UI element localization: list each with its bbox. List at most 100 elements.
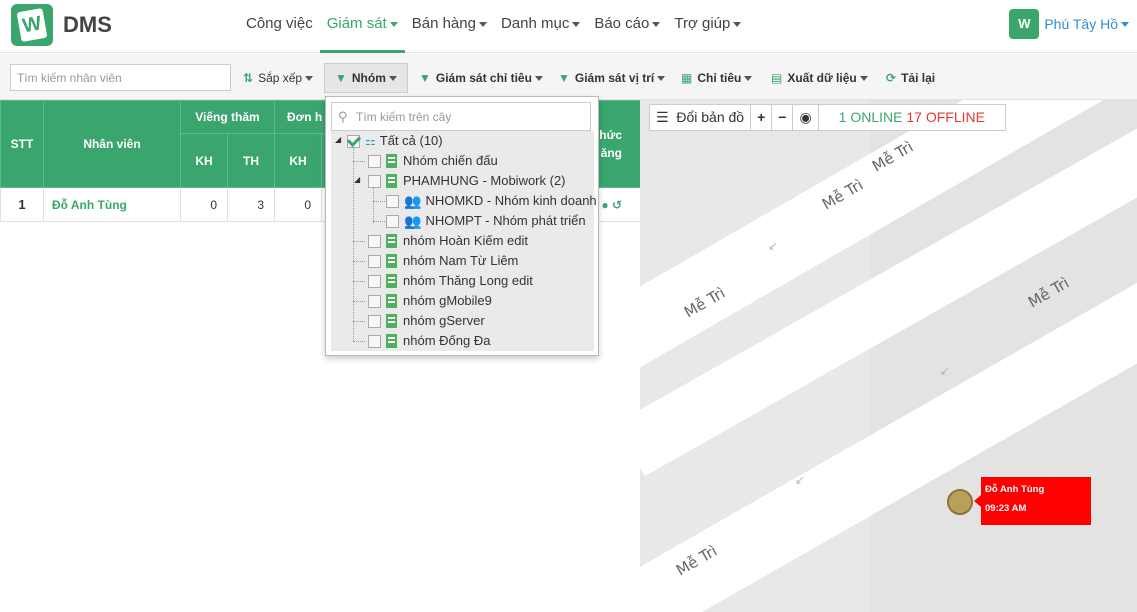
org-chart-icon: ⚏ [365, 134, 376, 148]
checkbox[interactable] [386, 214, 399, 228]
checkbox[interactable] [368, 154, 381, 168]
toolbar: ⇅Sắp xếp ▼Nhóm ▼Giám sát chỉ tiêu ▼Giám … [0, 54, 1137, 100]
chevron-down-icon [305, 76, 314, 82]
globe-icon[interactable]: ◉ [793, 104, 819, 131]
header-visit-th: TH [227, 133, 275, 188]
employee-marker-avatar[interactable] [947, 489, 973, 515]
tree-node[interactable]: 👥 NHOMKD - Nhóm kinh doanh [386, 191, 597, 211]
users-icon: 👥 [404, 193, 422, 209]
header-stt: STT [0, 100, 44, 188]
nav-danh-muc[interactable]: Danh mục [494, 0, 587, 53]
staff-name-link[interactable]: Đỗ Anh Tùng [43, 187, 181, 222]
checkbox[interactable] [368, 314, 381, 328]
chevron-down-icon [744, 76, 753, 82]
tree-node[interactable]: nhóm gMobile9 [368, 291, 492, 311]
tree-node[interactable]: nhóm Thăng Long edit [368, 271, 533, 291]
building-icon [386, 174, 397, 188]
nav-cong-viec[interactable]: Công việc [239, 0, 320, 53]
building-icon [386, 154, 397, 168]
dms-logo-icon[interactable]: W [11, 4, 53, 46]
list-icon: ☰ [656, 109, 669, 125]
chevron-down-icon [388, 76, 397, 82]
chevron-down-icon [572, 21, 581, 27]
user-menu[interactable]: W Phú Tây Hồ [1009, 9, 1129, 39]
chevron-down-icon [1121, 21, 1129, 27]
calendar-icon: ▦ [681, 71, 693, 85]
reload-button[interactable]: ⟳ Tải lại [886, 64, 935, 92]
export-button[interactable]: ▤ Xuất dữ liệu [771, 64, 868, 92]
checkbox[interactable] [368, 174, 381, 188]
map-view[interactable]: Mễ Trì Mễ Trì Mễ Trì Mễ Trì Mễ Trì ↙ ↙ ↙ [640, 100, 1137, 612]
search-icon: ⚲ [338, 109, 348, 124]
person-icon[interactable]: ● [601, 198, 608, 212]
checkbox[interactable] [368, 294, 381, 308]
nav-tro-giup[interactable]: Trợ giúp [667, 0, 748, 53]
filter-icon: ▼ [335, 71, 347, 85]
building-icon [386, 334, 397, 348]
header-staff: Nhân viên [43, 100, 181, 188]
tree-node[interactable]: 👥 NHOMPT - Nhóm phát triển [386, 211, 586, 231]
building-icon [386, 234, 397, 248]
chevron-down-icon [478, 21, 487, 27]
checkbox-checked[interactable] [347, 134, 360, 148]
collapse-icon[interactable]: ◢ [335, 135, 341, 144]
road-arrow-icon: ↙ [940, 364, 950, 378]
zoom-out-button[interactable]: − [772, 104, 794, 131]
map-toolbar: ☰ Đổi bản đồ + − ◉ 1 ONLINE 17 OFFLINE [649, 104, 1006, 131]
sort-az-icon: ⇅ [243, 71, 254, 85]
nav-ban-hang[interactable]: Bán hàng [405, 0, 494, 53]
tree-node[interactable]: Nhóm chiến đấu [368, 151, 498, 171]
change-map-button[interactable]: ☰ Đổi bản đồ [649, 104, 752, 131]
header-visit: Viếng thăm [180, 100, 275, 134]
tree-node[interactable]: nhóm Nam Từ Liêm [368, 251, 518, 271]
chevron-down-icon [534, 76, 543, 82]
location-monitor-button[interactable]: ▼ Giám sát vị trí [558, 64, 666, 92]
tree-node-root[interactable]: ⚏ Tất cả (10) [347, 131, 443, 151]
tree-node[interactable]: PHAMHUNG - Mobiwork (2) [368, 171, 566, 191]
kpi-monitor-button[interactable]: ▼ Giám sát chỉ tiêu [419, 64, 543, 92]
chevron-down-icon [657, 76, 666, 82]
user-logo-icon: W [1009, 9, 1040, 39]
nav-giam-sat[interactable]: Giám sát [319, 0, 405, 53]
tree-search-input[interactable] [356, 107, 586, 127]
excel-icon: ▤ [771, 71, 783, 85]
tree-node[interactable]: nhóm Đống Đa [368, 331, 490, 351]
kpi-button[interactable]: ▦ Chỉ tiêu [681, 64, 753, 92]
building-icon [386, 254, 397, 268]
employee-search-input[interactable] [10, 64, 231, 91]
header-order-kh: KH [274, 133, 322, 188]
users-icon: 👥 [404, 213, 422, 229]
group-tree: ◢ ⚏ Tất cả (10) Nhóm chiến đấu ◢ PHAMHUN… [331, 131, 597, 351]
building-icon [386, 294, 397, 308]
chevron-down-icon [733, 21, 742, 27]
group-button[interactable]: ▼ Nhóm [324, 63, 408, 93]
zoom-in-button[interactable]: + [751, 104, 773, 131]
history-icon[interactable]: ↺ [612, 198, 622, 212]
checkbox[interactable] [368, 254, 381, 268]
building-icon [386, 274, 397, 288]
checkbox[interactable] [368, 234, 381, 248]
collapse-icon[interactable]: ◢ [354, 175, 360, 184]
road-arrow-icon: ↙ [768, 239, 778, 253]
nav-bao-cao[interactable]: Báo cáo [587, 0, 667, 53]
top-navbar: W DMS Công việc Giám sát Bán hàng Danh m… [0, 0, 1137, 53]
main-nav: Công việc Giám sát Bán hàng Danh mục Báo… [239, 0, 748, 53]
filter-icon: ▼ [419, 71, 431, 85]
group-tree-dropdown: ⚲ ◢ ⚏ Tất cả (10) Nhóm chiến đấu ◢ PHAMH… [325, 96, 599, 356]
checkbox[interactable] [386, 194, 399, 208]
checkbox[interactable] [368, 274, 381, 288]
online-status: 1 ONLINE 17 OFFLINE [818, 104, 1006, 131]
checkbox[interactable] [368, 334, 381, 348]
sort-button[interactable]: ⇅ Sắp xếp [243, 64, 314, 92]
employee-callout[interactable]: Đỗ Anh Tùng 09:23 AM [974, 477, 1091, 525]
tree-node[interactable]: nhóm gServer [368, 311, 485, 331]
map-canvas: Mễ Trì Mễ Trì Mễ Trì Mễ Trì Mễ Trì ↙ ↙ ↙ [640, 100, 1137, 612]
chevron-down-icon [859, 76, 868, 82]
tree-search-box: ⚲ [331, 102, 591, 131]
road-arrow-icon: ↙ [795, 473, 805, 487]
building-icon [386, 314, 397, 328]
chevron-down-icon [652, 21, 661, 27]
tree-node[interactable]: nhóm Hoàn Kiếm edit [368, 231, 528, 251]
user-name: Phú Tây Hồ [1044, 16, 1118, 32]
app-name: DMS [63, 12, 112, 37]
